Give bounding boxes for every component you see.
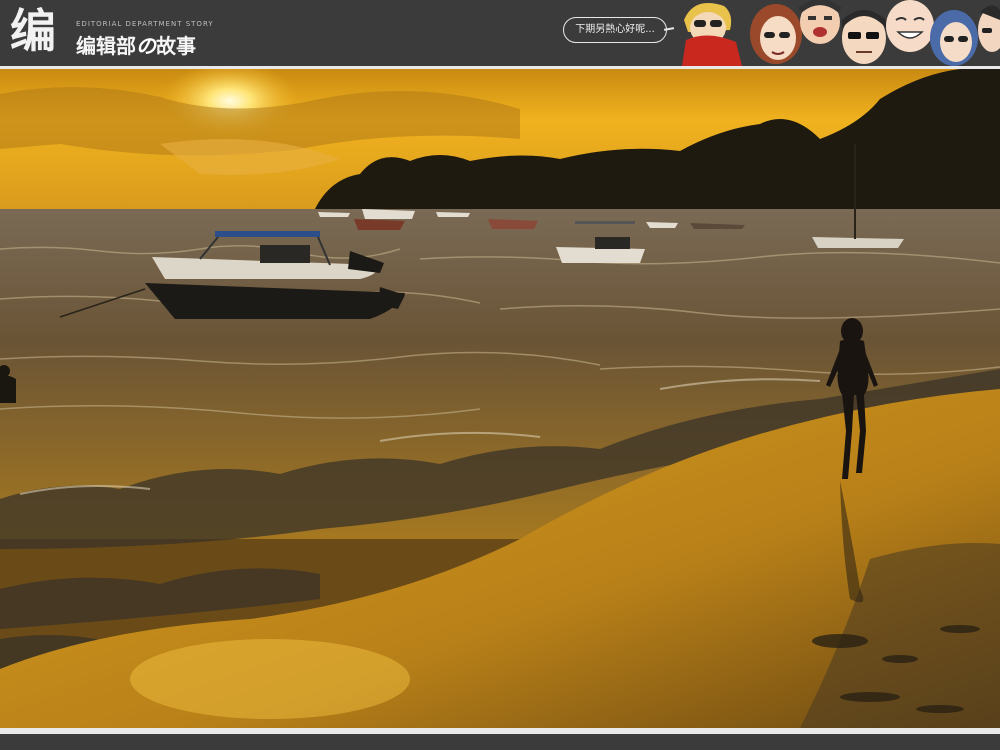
face-sunglasses-icon <box>842 10 886 64</box>
face-blonde-scarf-icon <box>682 3 742 66</box>
face-shouting-icon <box>798 0 842 44</box>
logo-title-accent: の <box>136 34 156 58</box>
speech-bubble: 下期另熱心好呢... <box>563 17 667 43</box>
logo-title[interactable]: 编辑部の故事 <box>76 30 196 59</box>
photo-illustration <box>0 69 1000 728</box>
sunset-beach-photo <box>0 69 1000 728</box>
sun-reflection <box>130 639 410 719</box>
logo-title-part2: 故事 <box>156 34 196 58</box>
face-partial-icon <box>978 5 1000 52</box>
cartoon-faces-banner <box>682 0 1000 66</box>
face-bald-laughing-icon <box>886 0 934 52</box>
site-header: 编 EDITORIAL DEPARTMENT STORY 编辑部の故事 下期另熱… <box>0 0 1000 66</box>
logo-subtitle: EDITORIAL DEPARTMENT STORY <box>76 20 214 28</box>
face-blue-hair-icon <box>930 10 978 66</box>
footer-bar <box>0 734 1000 750</box>
logo-mark-icon[interactable]: 编 <box>10 6 72 56</box>
face-brown-hair-icon <box>750 4 802 64</box>
speech-bubble-tail <box>663 27 675 31</box>
logo-title-part1: 编辑部 <box>76 34 136 58</box>
